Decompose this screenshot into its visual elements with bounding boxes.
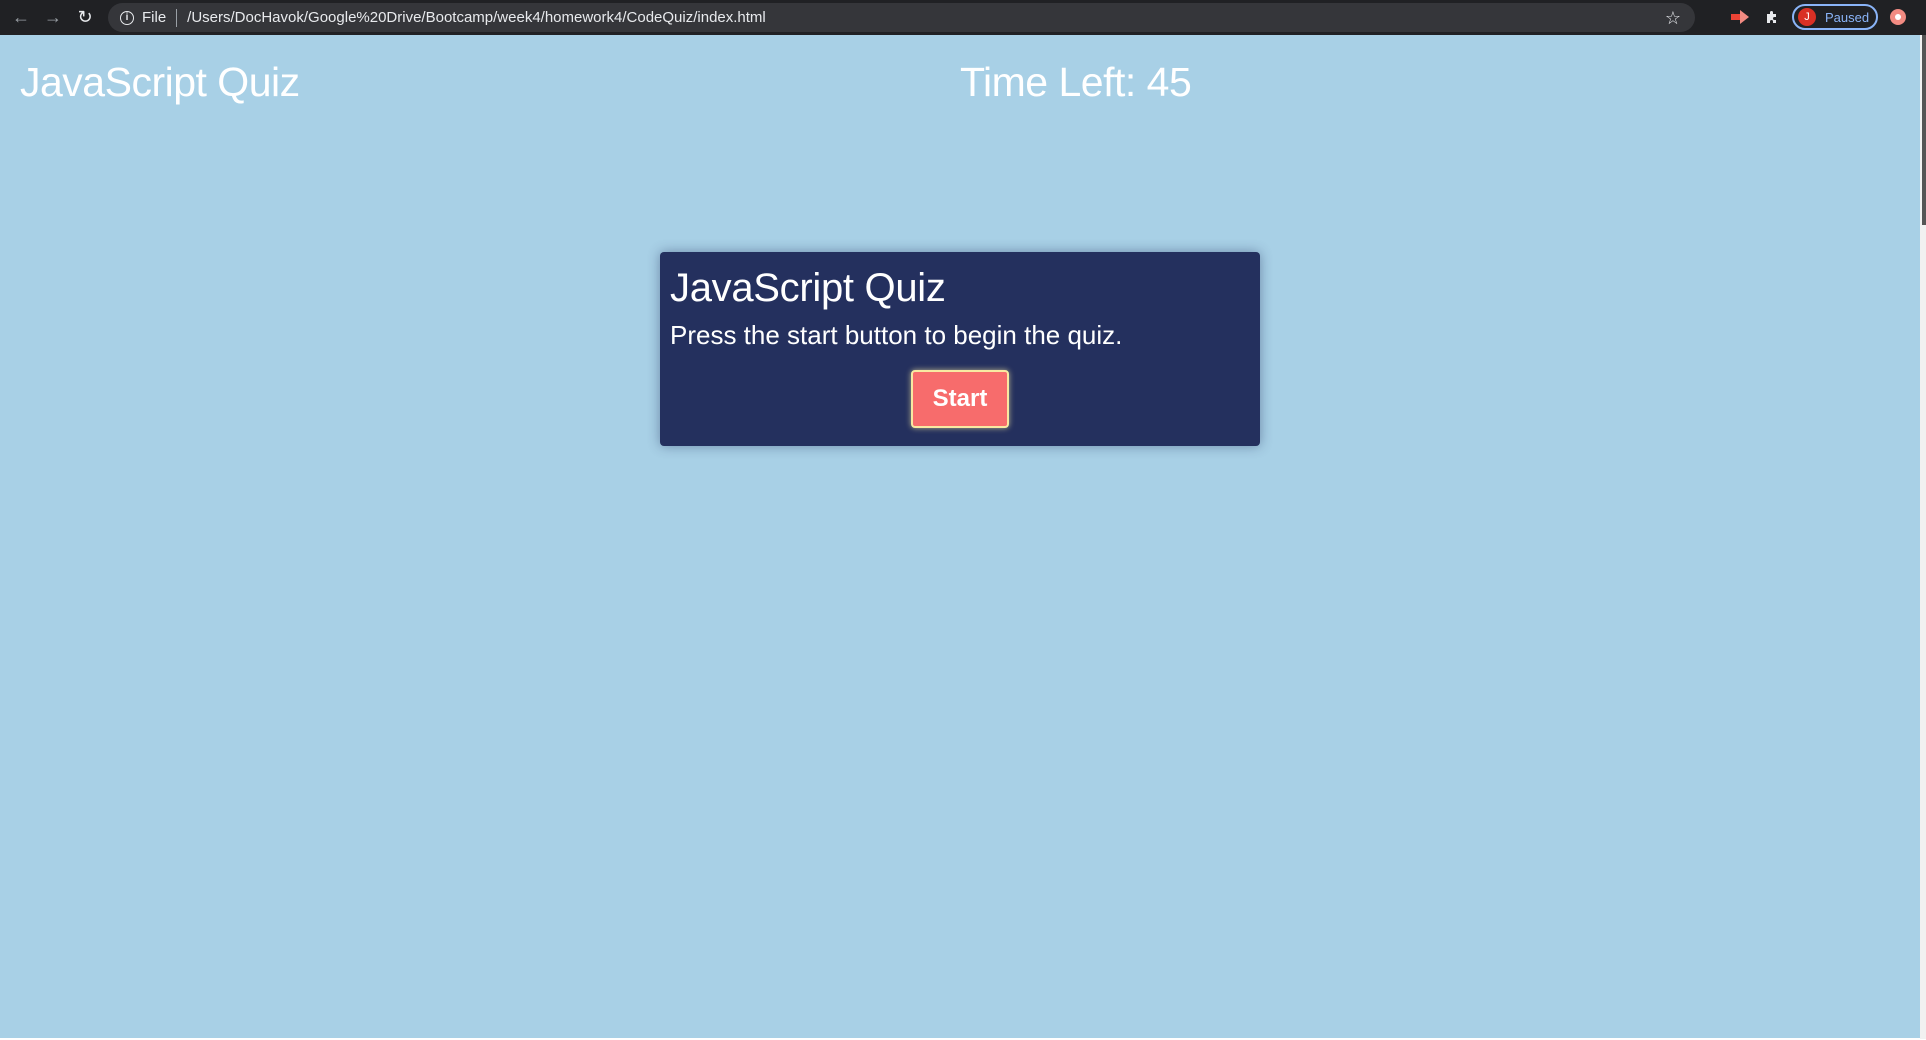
- browser-toolbar: ← → ↻ i File /Users/DocHavok/Google%20Dr…: [0, 0, 1926, 35]
- card-instructions: Press the start button to begin the quiz…: [670, 320, 1123, 350]
- address-bar[interactable]: i File /Users/DocHavok/Google%20Drive/Bo…: [108, 3, 1695, 32]
- start-button[interactable]: Start: [911, 370, 1009, 428]
- quiz-start-card: JavaScript Quiz Press the start button t…: [660, 252, 1260, 446]
- scrollbar-thumb[interactable]: [1922, 35, 1926, 225]
- back-arrow-icon[interactable]: ←: [5, 0, 37, 35]
- sync-status-label: Paused: [1825, 9, 1870, 25]
- cast-extension-icon[interactable]: [1730, 8, 1752, 26]
- browser-viewport: JavaScript Quiz Time Left: 45 JavaScript…: [0, 35, 1926, 1039]
- info-icon[interactable]: i: [120, 10, 134, 25]
- card-title: JavaScript Quiz: [670, 266, 946, 310]
- url-scheme-label: File: [142, 9, 167, 26]
- bookmark-star-icon[interactable]: ☆: [1665, 8, 1681, 29]
- url-text[interactable]: /Users/DocHavok/Google%20Drive/Bootcamp/…: [187, 9, 766, 26]
- reload-icon[interactable]: ↻: [69, 0, 101, 35]
- page-background: JavaScript Quiz Time Left: 45 JavaScript…: [0, 35, 1920, 1038]
- update-icon[interactable]: [1890, 9, 1906, 25]
- avatar: J: [1798, 8, 1816, 26]
- page-title: JavaScript Quiz: [20, 59, 300, 105]
- puzzle-icon[interactable]: [1762, 6, 1784, 28]
- page-scrollbar[interactable]: [1920, 35, 1926, 1039]
- profile-button[interactable]: J Paused: [1792, 4, 1878, 30]
- forward-arrow-icon[interactable]: →: [37, 0, 69, 35]
- address-divider: [176, 8, 178, 27]
- timer-display: Time Left: 45: [960, 59, 1192, 105]
